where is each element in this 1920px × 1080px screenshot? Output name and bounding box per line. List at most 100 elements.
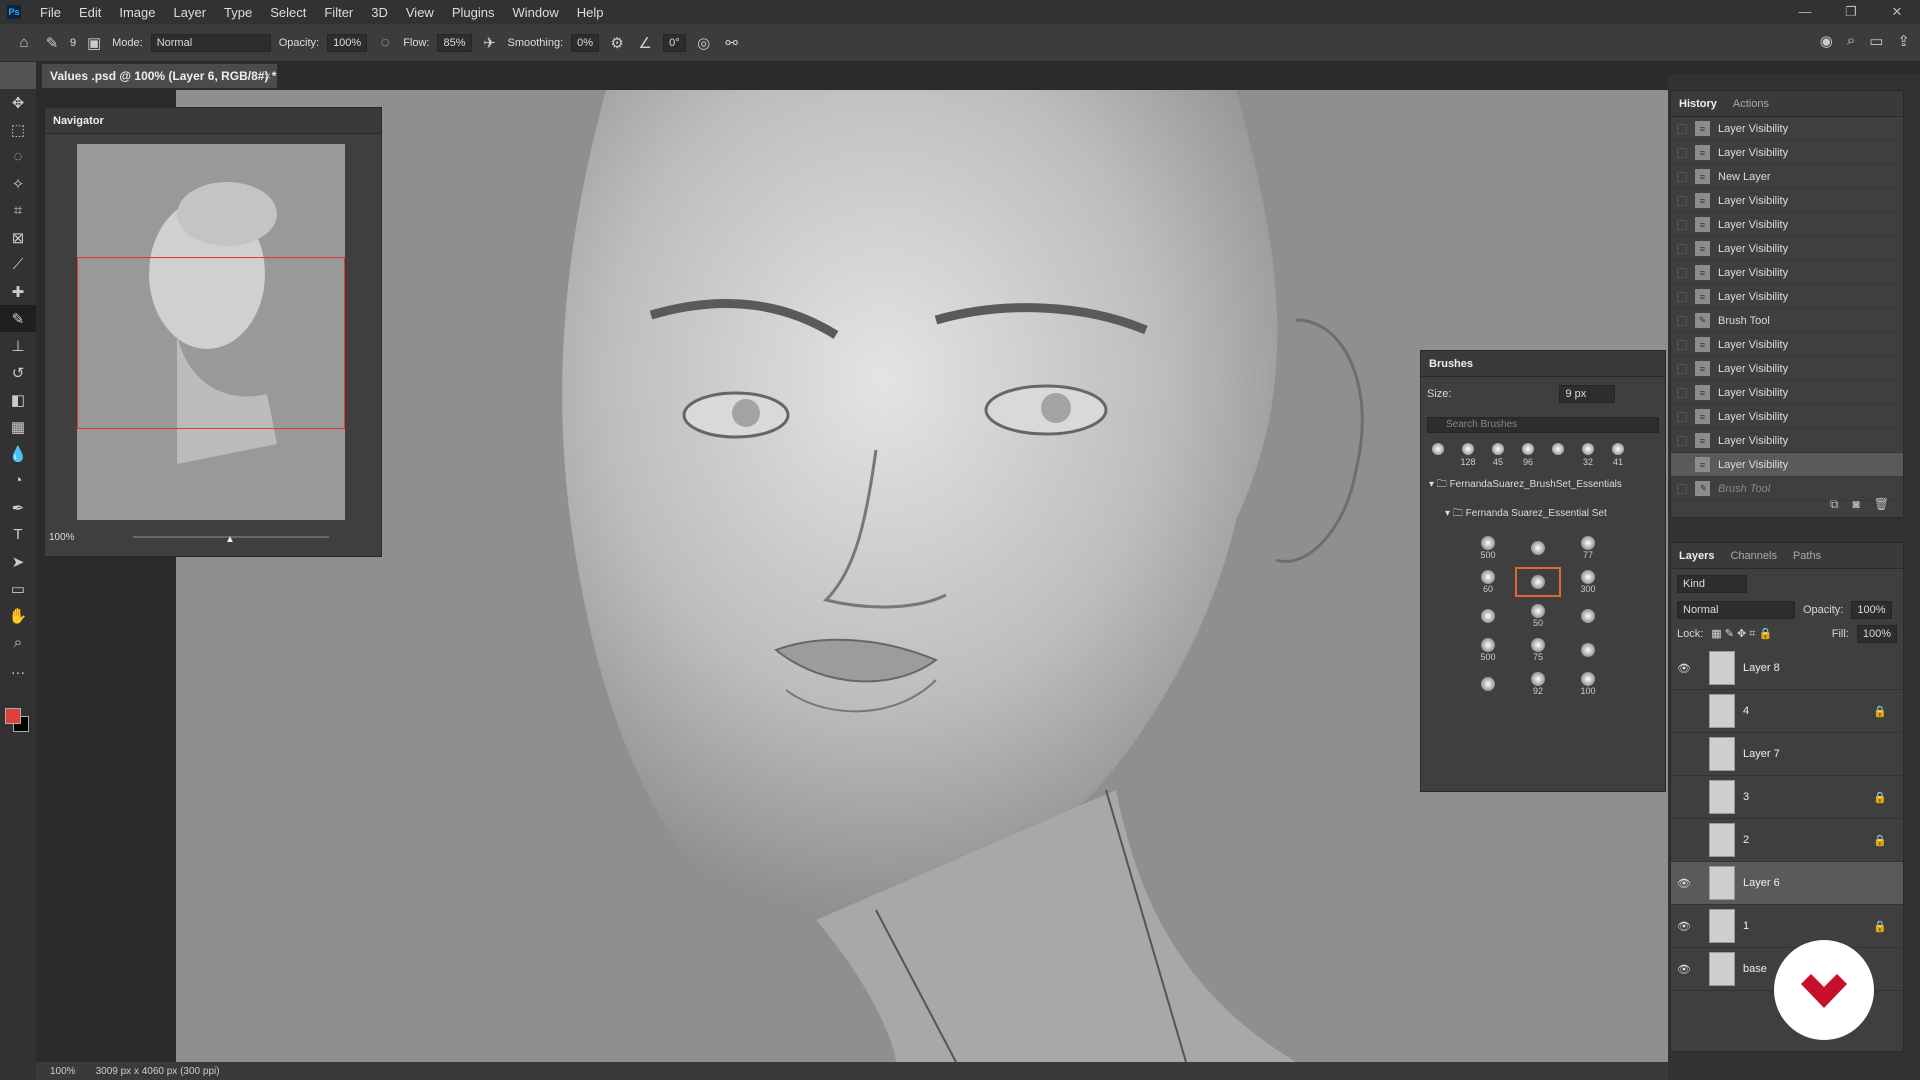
tab-channels[interactable]: Channels (1730, 550, 1776, 562)
brush-folder[interactable]: ▾ 🗀 FernandaSuarez_BrushSet_Essentials (1421, 471, 1665, 500)
history-item[interactable]: ≡ Layer Visibility (1671, 285, 1903, 309)
layer-row[interactable]: 4 🔒 (1671, 690, 1903, 733)
foreground-color-swatch[interactable] (5, 708, 21, 724)
brush-preset[interactable]: 500 (1465, 635, 1511, 665)
history-snapshot-checkbox[interactable] (1677, 147, 1687, 158)
history-snapshot-checkbox[interactable] (1677, 267, 1687, 278)
layer-row[interactable]: 👁 Layer 8 (1671, 647, 1903, 690)
airbrush-icon[interactable]: ✈ (480, 34, 500, 52)
menu-window[interactable]: Window (503, 5, 567, 20)
history-snapshot-checkbox[interactable] (1677, 123, 1687, 134)
recent-brush-preset[interactable]: 128 (1459, 443, 1477, 467)
pressure-opacity-icon[interactable]: ◌ (375, 34, 395, 51)
history-snapshot-checkbox[interactable] (1677, 291, 1687, 302)
history-item[interactable]: ≡ Layer Visibility (1671, 141, 1903, 165)
brush-preset[interactable]: 75 (1515, 635, 1561, 665)
navigator-view-box[interactable] (77, 257, 345, 429)
history-snapshot-checkbox[interactable] (1677, 219, 1687, 230)
brush-settings-toggle-icon[interactable]: ▣ (84, 34, 104, 52)
layer-row[interactable]: 3 🔒 (1671, 776, 1903, 819)
navigator-zoom-field[interactable]: 100% (49, 532, 75, 543)
menu-image[interactable]: Image (110, 5, 164, 20)
history-item[interactable]: ≡ Layer Visibility (1671, 117, 1903, 141)
type-tool-icon[interactable]: T (0, 521, 36, 548)
hand-tool-icon[interactable]: ✋ (0, 602, 36, 629)
brush-preset[interactable]: 500 (1465, 533, 1511, 563)
history-brush-tool-icon[interactable]: ↺ (0, 359, 36, 386)
tab-layers[interactable]: Layers (1679, 550, 1714, 562)
snapshot-camera-icon[interactable]: ◙ (1853, 497, 1860, 511)
lock-icons[interactable]: ▦ ✎ ✥ ⌗ 🔒 (1711, 627, 1772, 641)
recent-brush-preset[interactable]: 41 (1609, 443, 1627, 467)
eyedropper-tool-icon[interactable]: ⟋ (0, 251, 36, 278)
history-item[interactable]: ≡ Layer Visibility (1671, 357, 1903, 381)
brush-preset[interactable] (1515, 567, 1561, 597)
share-icon[interactable]: ⇪ (1897, 32, 1910, 50)
close-tab-icon[interactable]: × (264, 64, 271, 88)
menu-layer[interactable]: Layer (165, 5, 216, 20)
move-tool-icon[interactable]: ✥ (0, 89, 36, 116)
frame-tool-icon[interactable]: ⊠ (0, 224, 36, 251)
smoothing-settings-gear-icon[interactable]: ⚙ (607, 34, 627, 52)
history-item[interactable]: ≡ Layer Visibility (1671, 189, 1903, 213)
brush-size-readout[interactable]: 9 (70, 37, 76, 49)
brush-size-field[interactable]: 9 px (1559, 385, 1616, 403)
layer-row[interactable]: 2 🔒 (1671, 819, 1903, 862)
brushes-title[interactable]: Brushes (1429, 358, 1473, 370)
brush-tool-icon[interactable]: ✎ (0, 305, 36, 332)
recent-brush-preset[interactable] (1429, 443, 1447, 467)
minimize-icon[interactable]: — (1782, 0, 1828, 24)
navigator-zoom-knob-icon[interactable]: ▲ (225, 534, 235, 545)
menu-file[interactable]: File (31, 5, 70, 20)
brush-preset[interactable]: 77 (1565, 533, 1611, 563)
menu-3d[interactable]: 3D (362, 5, 397, 20)
layer-kind-filter[interactable]: Kind (1677, 575, 1747, 593)
layer-row[interactable]: 👁 1 🔒 (1671, 905, 1903, 948)
layer-blend-select[interactable]: Normal (1677, 601, 1795, 619)
history-item[interactable]: ≡ Layer Visibility (1671, 261, 1903, 285)
brush-preset[interactable] (1565, 601, 1611, 631)
delete-state-trash-icon[interactable]: 🗑 (1874, 497, 1889, 511)
close-icon[interactable]: ✕ (1874, 0, 1920, 24)
brush-preset[interactable] (1465, 669, 1511, 699)
history-item[interactable]: ≡ Layer Visibility (1671, 237, 1903, 261)
brush-preset[interactable]: 50 (1515, 601, 1561, 631)
history-snapshot-checkbox[interactable] (1677, 171, 1687, 182)
tab-actions[interactable]: Actions (1733, 98, 1769, 110)
recent-brush-preset[interactable]: 45 (1489, 443, 1507, 467)
history-snapshot-checkbox[interactable] (1677, 459, 1687, 470)
history-snapshot-checkbox[interactable] (1677, 387, 1687, 398)
navigator-title[interactable]: Navigator (53, 115, 104, 127)
history-item[interactable]: ≡ Layer Visibility (1671, 213, 1903, 237)
discover-icon[interactable]: ◉ (1820, 32, 1833, 50)
history-snapshot-checkbox[interactable] (1677, 315, 1687, 326)
flow-field[interactable]: 85% (437, 33, 472, 52)
brush-preset[interactable]: 300 (1565, 567, 1611, 597)
lasso-tool-icon[interactable]: ◌ (0, 143, 36, 170)
tab-history[interactable]: History (1679, 98, 1717, 110)
blur-tool-icon[interactable]: 💧 (0, 440, 36, 467)
marquee-tool-icon[interactable]: ⬚ (0, 116, 36, 143)
eye-icon[interactable]: 👁 (1677, 877, 1691, 890)
magic-wand-tool-icon[interactable]: ✧ (0, 170, 36, 197)
restore-icon[interactable]: ❐ (1828, 0, 1874, 24)
gradient-tool-icon[interactable]: ▦ (0, 413, 36, 440)
eye-icon[interactable]: 👁 (1677, 920, 1691, 933)
brush-preset[interactable]: 60 (1465, 567, 1511, 597)
history-item[interactable]: ≡ New Layer (1671, 165, 1903, 189)
menu-type[interactable]: Type (215, 5, 261, 20)
brush-preset[interactable]: 100 (1565, 669, 1611, 699)
zoom-tool-icon[interactable]: ⌕ (0, 629, 36, 656)
symmetry-icon[interactable]: ⚯ (722, 34, 742, 52)
clone-stamp-tool-icon[interactable]: ⊥ (0, 332, 36, 359)
navigator-thumbnail[interactable] (77, 144, 345, 520)
home-icon[interactable]: ⌂ (14, 34, 34, 51)
history-item[interactable]: ≡ Layer Visibility (1671, 405, 1903, 429)
menu-select[interactable]: Select (261, 5, 315, 20)
pen-tool-icon[interactable]: ✒ (0, 494, 36, 521)
status-zoom[interactable]: 100% (50, 1066, 76, 1077)
brush-preset[interactable] (1515, 533, 1561, 563)
more-tools-icon[interactable]: … (0, 656, 36, 683)
eye-icon[interactable]: 👁 (1677, 662, 1691, 675)
history-snapshot-checkbox[interactable] (1677, 363, 1687, 374)
